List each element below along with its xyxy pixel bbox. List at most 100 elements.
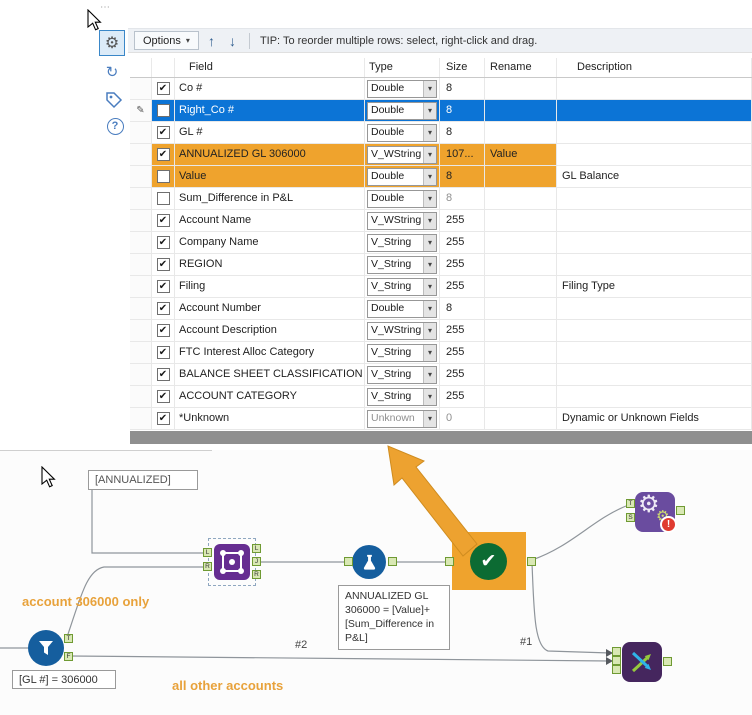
dropdown-arrow-icon[interactable]: ▾ [423, 190, 436, 207]
annotation-tag-icon[interactable] [102, 88, 126, 112]
move-up-button[interactable]: ↑ [203, 33, 220, 49]
field-name-cell[interactable]: Account Name [175, 210, 365, 231]
join-output-l-anchor[interactable]: L [252, 544, 261, 553]
checkbox[interactable]: ✔ [156, 148, 170, 161]
rename-cell[interactable] [485, 100, 557, 121]
rename-cell[interactable] [485, 364, 557, 385]
row-checkbox-cell[interactable]: ✔ [152, 78, 175, 99]
field-name-cell[interactable]: Filing [175, 276, 365, 297]
dropdown-arrow-icon[interactable]: ▾ [423, 366, 436, 383]
filter-false-anchor[interactable]: F [64, 652, 73, 661]
checkbox[interactable]: ✔ [156, 412, 170, 425]
header-rename[interactable]: Rename [485, 58, 557, 77]
type-dropdown-cell[interactable]: V_WString ▾ [365, 144, 440, 165]
checkbox[interactable]: ✔ [156, 324, 170, 337]
row-checkbox-cell[interactable]: ✔ [152, 386, 175, 407]
row-selector[interactable] [130, 144, 152, 165]
description-cell[interactable] [557, 386, 752, 407]
row-checkbox-cell[interactable]: ✔ [152, 298, 175, 319]
select-input-anchor[interactable] [445, 557, 454, 566]
checkbox[interactable]: ✔ [156, 280, 170, 293]
description-cell[interactable] [557, 78, 752, 99]
table-row[interactable]: ✔ Company Name V_String ▾ 255 [130, 232, 752, 254]
size-cell[interactable]: 8 [440, 166, 485, 187]
move-down-button[interactable]: ↓ [224, 33, 241, 49]
union-input-anchor-3[interactable] [612, 665, 621, 674]
rename-cell[interactable]: Value [485, 144, 557, 165]
gears-input-t-anchor[interactable]: T [626, 499, 635, 508]
type-dropdown-cell[interactable]: Double ▾ [365, 298, 440, 319]
horizontal-scrollbar[interactable] [130, 431, 752, 444]
description-cell[interactable] [557, 298, 752, 319]
rename-cell[interactable] [485, 276, 557, 297]
rename-cell[interactable] [485, 188, 557, 209]
row-checkbox-cell[interactable]: ✔ [152, 254, 175, 275]
description-cell[interactable] [557, 342, 752, 363]
annotation-filter-expression[interactable]: [GL #] = 306000 [12, 670, 116, 689]
field-name-cell[interactable]: Account Description [175, 320, 365, 341]
dropdown-arrow-icon[interactable]: ▾ [423, 168, 436, 185]
workflow-canvas[interactable]: [ANNUALIZED] [GL #] = 306000 ANNUALIZED … [0, 450, 752, 715]
row-selector[interactable]: ✎ [130, 100, 152, 121]
union-crossing-arrows-tool[interactable] [622, 642, 662, 682]
type-dropdown[interactable]: V_WString ▾ [367, 145, 437, 164]
field-name-cell[interactable]: Value [175, 166, 365, 187]
checkbox[interactable]: ✔ [156, 368, 170, 381]
dropdown-arrow-icon[interactable]: ▾ [423, 212, 436, 229]
field-name-cell[interactable]: GL # [175, 122, 365, 143]
row-selector[interactable] [130, 276, 152, 297]
dropdown-arrow-icon[interactable]: ▾ [423, 344, 436, 361]
row-checkbox-cell[interactable]: ✔ [152, 232, 175, 253]
rename-cell[interactable] [485, 166, 557, 187]
row-checkbox-cell[interactable]: ✔ [152, 210, 175, 231]
annotation-formula[interactable]: ANNUALIZED GL 306000 = [Value]+ [Sum_Dif… [338, 585, 450, 651]
header-field[interactable]: Field [175, 58, 365, 77]
row-selector[interactable] [130, 166, 152, 187]
description-cell[interactable]: Filing Type [557, 276, 752, 297]
join-output-j-anchor[interactable]: J [252, 557, 261, 566]
panel-grip-icon[interactable]: ⋯ [100, 2, 111, 13]
table-row[interactable]: ✔ BALANCE SHEET CLASSIFICATION V_String ▾ 25… [130, 364, 752, 386]
type-dropdown-cell[interactable]: Double ▾ [365, 166, 440, 187]
navigation-refresh-icon[interactable]: ↻ [100, 60, 124, 84]
size-cell[interactable]: 0 [440, 408, 485, 429]
type-dropdown[interactable]: Unknown ▾ [367, 409, 437, 428]
table-row[interactable]: ✎ Right_Co # Double ▾ 8 [130, 100, 752, 122]
checkbox[interactable]: ✔ [156, 346, 170, 359]
row-checkbox-cell[interactable]: ✔ [152, 408, 175, 429]
table-row[interactable]: ✔ *Unknown Unknown ▾ 0 Dynamic or Unknown Fie… [130, 408, 752, 430]
dropdown-arrow-icon[interactable]: ▾ [423, 278, 436, 295]
size-cell[interactable]: 255 [440, 254, 485, 275]
field-name-cell[interactable]: Account Number [175, 298, 365, 319]
type-dropdown-cell[interactable]: V_String ▾ [365, 386, 440, 407]
header-description[interactable]: Description [557, 58, 752, 77]
row-checkbox-cell[interactable]: ✔ [152, 276, 175, 297]
size-cell[interactable]: 255 [440, 210, 485, 231]
dropdown-arrow-icon[interactable]: ▾ [423, 102, 436, 119]
join-input-left-anchor[interactable]: L [203, 548, 212, 557]
type-dropdown[interactable]: V_String ▾ [367, 277, 437, 296]
field-name-cell[interactable]: ANNUALIZED GL 306000 [175, 144, 365, 165]
type-dropdown-cell[interactable]: V_String ▾ [365, 232, 440, 253]
table-row[interactable]: ✔ Account Name V_WString ▾ 255 [130, 210, 752, 232]
table-row[interactable]: ✔ ACCOUNT CATEGORY V_String ▾ 255 [130, 386, 752, 408]
gears-output-anchor[interactable] [676, 506, 685, 515]
description-cell[interactable] [557, 144, 752, 165]
description-cell[interactable] [557, 100, 752, 121]
size-cell[interactable]: 107... [440, 144, 485, 165]
field-name-cell[interactable]: ACCOUNT CATEGORY [175, 386, 365, 407]
type-dropdown[interactable]: V_String ▾ [367, 233, 437, 252]
type-dropdown[interactable]: V_String ▾ [367, 343, 437, 362]
row-checkbox-cell[interactable] [152, 188, 175, 209]
type-dropdown-cell[interactable]: Double ▾ [365, 78, 440, 99]
checkbox[interactable]: ✔ [156, 302, 170, 315]
checkbox[interactable]: ✔ [156, 236, 170, 249]
field-name-cell[interactable]: *Unknown [175, 408, 365, 429]
type-dropdown-cell[interactable]: Double ▾ [365, 188, 440, 209]
description-cell[interactable]: GL Balance [557, 166, 752, 187]
row-checkbox-cell[interactable] [152, 100, 175, 121]
field-name-cell[interactable]: Co # [175, 78, 365, 99]
join-input-right-anchor[interactable]: R [203, 562, 212, 571]
type-dropdown[interactable]: V_WString ▾ [367, 211, 437, 230]
size-cell[interactable]: 255 [440, 276, 485, 297]
